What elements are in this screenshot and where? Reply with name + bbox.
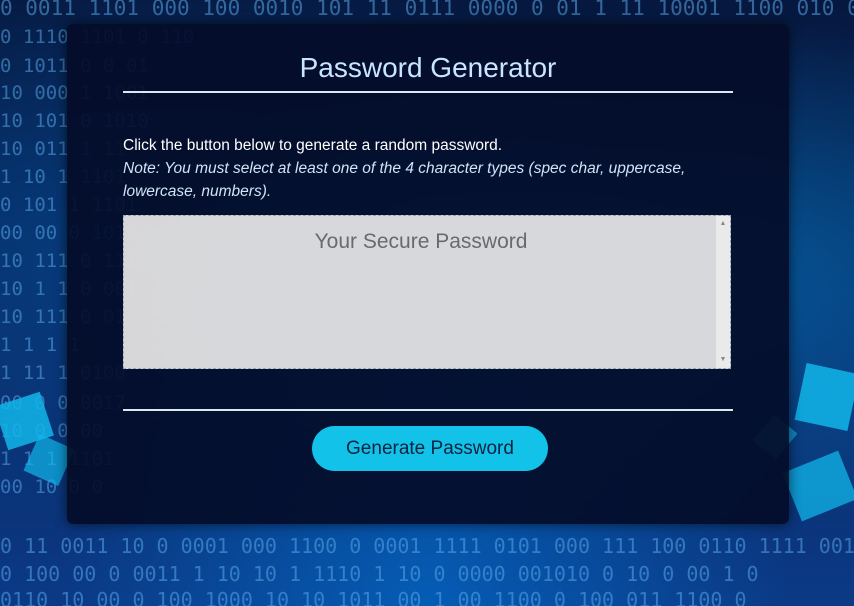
password-generator-card: Password Generator Click the button belo…	[67, 24, 789, 524]
instructions-note: Note: You must select at least one of th…	[123, 160, 686, 200]
decorative-shard	[782, 450, 854, 522]
page-title: Password Generator	[299, 52, 557, 83]
password-textarea[interactable]	[124, 216, 718, 368]
scroll-down-arrow-icon[interactable]: ▼	[716, 355, 730, 365]
binary-row: 0110 10 00 0 100 1000 10 10 1011 00 1 00…	[0, 588, 747, 606]
binary-row: 0 0011 1101 000 100 0010 101 11 0111 000…	[0, 0, 854, 20]
footer-divider	[123, 409, 733, 411]
instructions-text: Click the button below to generate a ran…	[123, 137, 503, 154]
binary-row: 0 11 0011 10 0 0001 000 1100 0 0001 1111…	[0, 534, 854, 558]
binary-row: 0 100 00 0 0011 1 10 10 1 1110 1 10 0 00…	[0, 562, 759, 586]
title-divider	[123, 91, 733, 93]
decorative-shard	[794, 363, 854, 431]
password-display: ▲ ▼	[123, 215, 731, 369]
instructions: Click the button below to generate a ran…	[123, 134, 733, 203]
scroll-up-arrow-icon[interactable]: ▲	[716, 219, 730, 229]
textarea-scrollbar[interactable]: ▲ ▼	[716, 216, 730, 368]
generate-password-button[interactable]: Generate Password	[312, 426, 548, 471]
